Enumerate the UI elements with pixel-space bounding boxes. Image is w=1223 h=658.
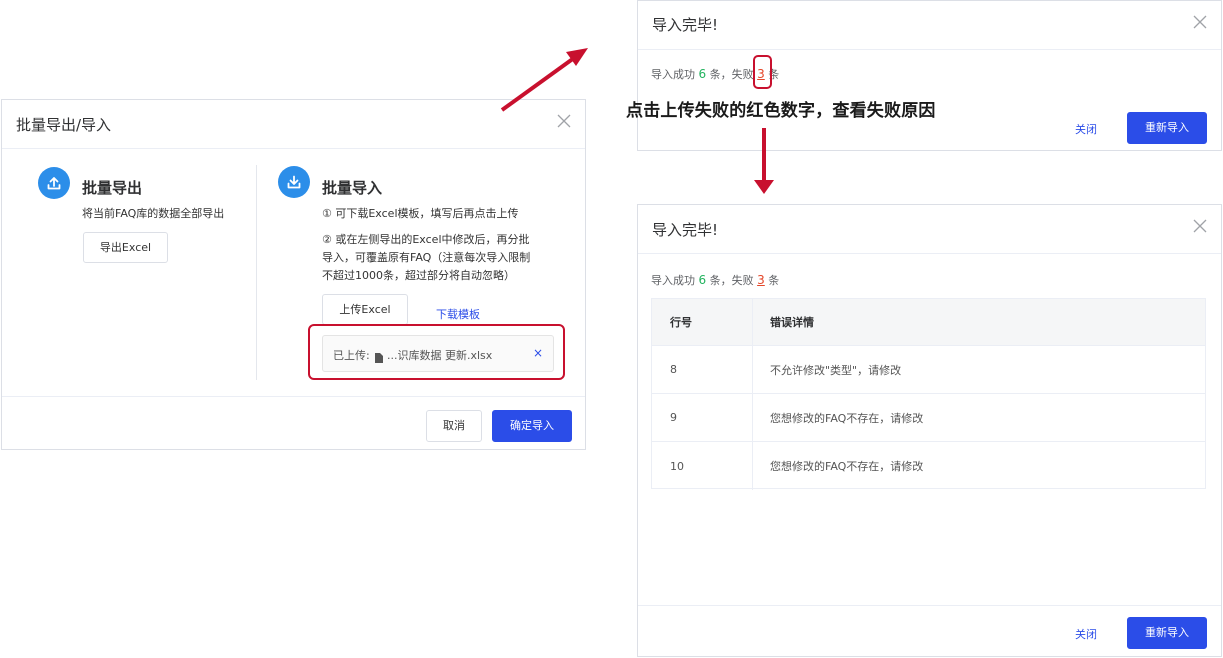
export-icon [38, 167, 70, 199]
footer-divider [638, 605, 1221, 606]
close-icon[interactable] [1193, 219, 1207, 233]
dialog-header: 批量导出/导入 [2, 100, 585, 149]
error-detail-cell: 您想修改的FAQ不存在，请修改 [770, 460, 924, 473]
import-step-2-line-1: ② 或在左侧导出的Excel中修改后，再分批 [322, 233, 530, 246]
table-row: 8 不允许修改"类型"，请修改 [652, 346, 1205, 394]
import-step-2-line-2: 导入，可覆盖原有FAQ（注意每次导入限制 [322, 251, 531, 264]
import-icon [278, 166, 310, 198]
close-icon[interactable] [557, 114, 571, 128]
summary-suffix: 条 [768, 274, 780, 287]
annotation-highlight-frame [308, 324, 565, 380]
dialog-title: 导入完毕! [652, 16, 719, 34]
row-number-cell: 8 [652, 346, 753, 393]
annotation-highlight-frame-small [753, 55, 772, 89]
cancel-button[interactable]: 取消 [426, 410, 482, 442]
dialog-title: 导入完毕! [652, 221, 719, 239]
import-section-title: 批量导入 [322, 179, 383, 197]
annotation-caption: 点击上传失败的红色数字，查看失败原因 [626, 101, 936, 121]
success-count: 6 [698, 67, 707, 81]
confirm-import-button[interactable]: 确定导入 [492, 410, 572, 442]
row-number-cell: 9 [652, 394, 753, 441]
summary-prefix: 导入成功 [651, 68, 695, 81]
upload-excel-button[interactable]: 上传Excel [322, 294, 408, 325]
reimport-button[interactable]: 重新导入 [1127, 112, 1207, 144]
footer-divider [2, 396, 585, 397]
table-row: 9 您想修改的FAQ不存在，请修改 [652, 394, 1205, 442]
dialog-header: 导入完毕! [638, 1, 1221, 50]
export-description: 将当前FAQ库的数据全部导出 [82, 207, 225, 220]
import-step-1: ① 可下载Excel模板，填写后再点击上传 [322, 207, 519, 220]
column-header-error-detail: 错误详情 [770, 316, 814, 329]
export-excel-button[interactable]: 导出Excel [83, 232, 168, 263]
import-summary: 导入成功 6 条，失败 3 条 [651, 272, 779, 288]
export-section-title: 批量导出 [82, 179, 143, 197]
summary-mid: 条，失败 [709, 274, 754, 287]
table-row: 10 您想修改的FAQ不存在，请修改 [652, 442, 1205, 490]
close-link[interactable]: 关闭 [1075, 121, 1097, 137]
import-result-dialog-details: 导入完毕! 导入成功 6 条，失败 3 条 行号 错误详情 8 不允许修改"类型… [637, 204, 1222, 657]
summary-prefix: 导入成功 [651, 274, 695, 287]
error-table: 行号 错误详情 8 不允许修改"类型"，请修改 9 您想修改的FAQ不存在，请修… [651, 298, 1206, 490]
dialog-title: 批量导出/导入 [16, 116, 112, 134]
reimport-button[interactable]: 重新导入 [1127, 617, 1207, 649]
table-header-row: 行号 错误详情 [652, 299, 1205, 346]
error-detail-cell: 不允许修改"类型"，请修改 [770, 363, 902, 377]
dialog-header: 导入完毕! [638, 205, 1221, 254]
error-detail-cell: 您想修改的FAQ不存在，请修改 [770, 411, 924, 425]
row-number-cell: 10 [652, 442, 753, 490]
batch-export-import-dialog: 批量导出/导入 批量导出 将当前FAQ库的数据全部导出 导出Excel 批量导入… [1, 99, 586, 450]
close-icon[interactable] [1193, 15, 1207, 29]
download-template-link[interactable]: 下载模板 [436, 306, 480, 322]
column-header-row-number: 行号 [652, 299, 753, 345]
divider [256, 165, 257, 380]
summary-mid: 条，失败 [709, 68, 754, 81]
close-link[interactable]: 关闭 [1075, 626, 1097, 642]
fail-count-link[interactable]: 3 [757, 273, 765, 287]
import-result-dialog-summary: 导入完毕! 导入成功 6 条，失败 3 条 关闭 重新导入 [637, 0, 1222, 151]
import-step-2-line-3: 不超过1000条，超过部分将自动忽略） [322, 269, 515, 282]
success-count: 6 [698, 273, 707, 287]
